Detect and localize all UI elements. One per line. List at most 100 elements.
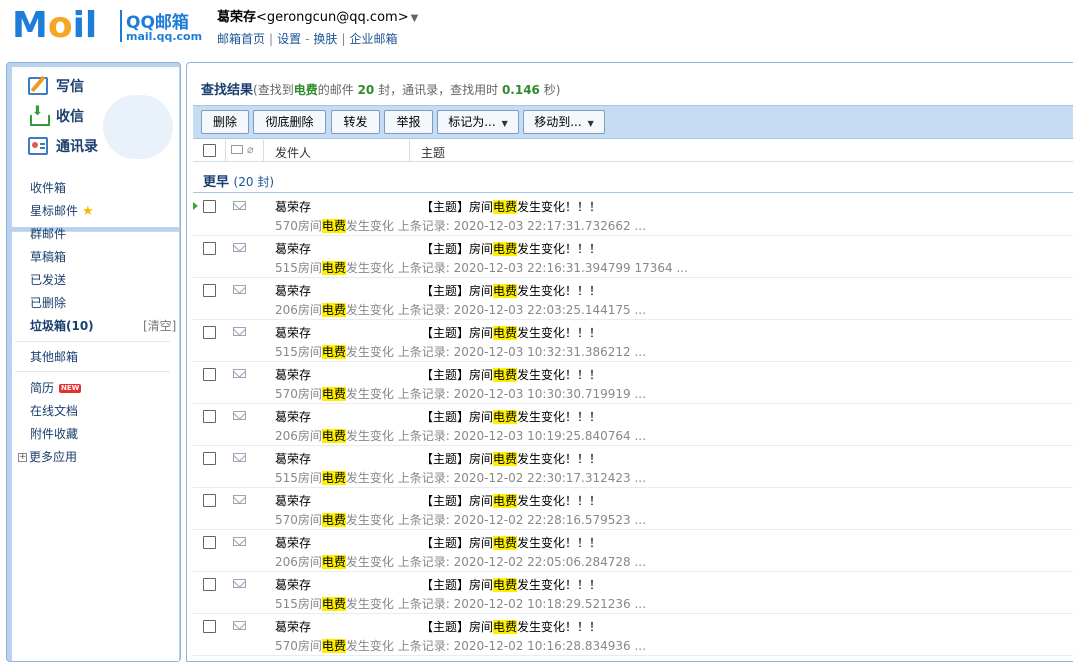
report-button[interactable]: 举报 [384, 110, 433, 134]
email-sender[interactable]: 葛荣存 [275, 282, 311, 299]
keyword-highlight: 电费 [321, 303, 346, 317]
keyword-highlight: 电费 [321, 261, 346, 275]
user-box: 葛荣存<gerongcun@qq.com> ▼ 邮箱首页 | 设置 - 换肤 | 企业邮箱 [217, 6, 418, 47]
folder-sent[interactable]: 已发送 [30, 271, 66, 288]
email-preview: 515房间电费发生变化 上条记录: 2020-12-02 22:30:17.31… [275, 471, 646, 485]
row-checkbox[interactable] [203, 536, 216, 549]
email-row[interactable]: 葛荣存 【主题】房间电费发生变化！！！ 570房间电费发生变化 上条记录: 2020… [193, 614, 1073, 656]
keyword-highlight: 电费 [493, 578, 518, 592]
top-header: Moil QQ邮箱 mail.qq.com 葛荣存<gerongcun@qq.c… [0, 0, 1073, 60]
permanent-delete-button[interactable]: 彻底删除 [253, 110, 326, 134]
email-subject[interactable]: 【主题】房间电费发生变化！！！ [421, 282, 601, 299]
select-all-checkbox[interactable] [203, 144, 216, 157]
email-subject[interactable]: 【主题】房间电费发生变化！！！ [421, 576, 601, 593]
email-row[interactable]: 葛荣存 【主题】房间电费发生变化！！！ 570房间电费发生变化 上条记录: 2020… [193, 194, 1073, 236]
chevron-down-icon: ▼ [501, 119, 508, 128]
email-sender[interactable]: 葛荣存 [275, 492, 311, 509]
search-keyword: 电费 [293, 83, 318, 97]
write-button[interactable]: 写信 [28, 75, 84, 97]
email-sender[interactable]: 葛荣存 [275, 408, 311, 425]
row-checkbox[interactable] [203, 284, 216, 297]
keyword-highlight: 电费 [321, 555, 346, 569]
email-subject[interactable]: 【主题】房间电费发生变化！！！ [421, 618, 601, 635]
contacts-button[interactable]: 通讯录 [28, 135, 98, 157]
email-sender[interactable]: 葛荣存 [275, 324, 311, 341]
download-inbox-icon [28, 104, 50, 126]
clear-spam-link[interactable]: [清空] [143, 317, 176, 334]
read-mail-icon [233, 369, 246, 378]
caret-down-icon[interactable]: ▼ [411, 13, 419, 24]
email-row[interactable]: 葛荣存 【主题】房间电费发生变化！！！ 570房间电费发生变化 上条记录: 2020… [193, 488, 1073, 530]
email-row[interactable]: 葛荣存 【主题】房间电费发生变化！！！ 515房间电费发生变化 上条记录: 2020… [193, 320, 1073, 362]
email-sender[interactable]: 葛荣存 [275, 534, 311, 551]
email-subject[interactable]: 【主题】房间电费发生变化！！！ [421, 366, 601, 383]
link-change-skin[interactable]: 换肤 [313, 32, 337, 46]
folder-deleted[interactable]: 已删除 [30, 294, 66, 311]
link-mail-home[interactable]: 邮箱首页 [217, 32, 265, 46]
app-resume[interactable]: 简历 NEW [30, 379, 82, 396]
email-preview: 515房间电费发生变化 上条记录: 2020-12-02 10:18:29.52… [275, 597, 646, 611]
email-row[interactable]: 葛荣存 【主题】房间电费发生变化！！！ 570房间电费发生变化 上条记录: 2020… [193, 362, 1073, 404]
column-subject[interactable]: 主题 [421, 144, 445, 161]
email-subject[interactable]: 【主题】房间电费发生变化！！！ [421, 240, 601, 257]
email-sender[interactable]: 葛荣存 [275, 198, 311, 215]
email-subject[interactable]: 【主题】房间电费发生变化！！！ [421, 324, 601, 341]
move-to-dropdown[interactable]: 移动到... ▼ [523, 110, 605, 134]
receive-button[interactable]: 收信 [28, 104, 84, 127]
row-checkbox[interactable] [203, 494, 216, 507]
folder-drafts[interactable]: 草稿箱 [30, 248, 66, 265]
qqmail-logo[interactable]: Moil QQ邮箱 mail.qq.com [12, 6, 202, 46]
folder-spam[interactable]: 垃圾箱(10) [30, 317, 94, 334]
row-checkbox[interactable] [203, 578, 216, 591]
folder-group[interactable]: 群邮件 [30, 225, 66, 242]
app-online-docs[interactable]: 在线文档 [30, 402, 78, 419]
more-apps-toggle[interactable]: + 更多应用 [18, 448, 77, 465]
row-checkbox[interactable] [203, 242, 216, 255]
email-sender[interactable]: 葛荣存 [275, 240, 311, 257]
row-checkbox[interactable] [203, 452, 216, 465]
row-checkbox[interactable] [203, 368, 216, 381]
keyword-highlight: 电费 [493, 620, 518, 634]
email-subject[interactable]: 【主题】房间电费发生变化！！！ [421, 198, 601, 215]
app-attachment-collection[interactable]: 附件收藏 [30, 425, 78, 442]
email-row[interactable]: 葛荣存 【主题】房间电费发生变化！！！ 206房间电费发生变化 上条记录: 2020… [193, 404, 1073, 446]
row-checkbox[interactable] [203, 200, 216, 213]
email-preview: 570房间电费发生变化 上条记录: 2020-12-03 10:30:30.71… [275, 387, 646, 401]
row-checkbox[interactable] [203, 326, 216, 339]
link-settings[interactable]: 设置 [277, 32, 301, 46]
keyword-highlight: 电费 [493, 284, 518, 298]
column-sender[interactable]: 发件人 [275, 144, 311, 161]
folder-other-mailboxes[interactable]: 其他邮箱 [30, 348, 78, 365]
folder-inbox[interactable]: 收件箱 [30, 179, 66, 196]
link-enterprise-mail[interactable]: 企业邮箱 [349, 32, 397, 46]
email-sender[interactable]: 葛荣存 [275, 366, 311, 383]
read-mail-icon [233, 411, 246, 420]
row-checkbox[interactable] [203, 410, 216, 423]
email-row[interactable]: 葛荣存 【主题】房间电费发生变化！！！ 206房间电费发生变化 上条记录: 2020… [193, 530, 1073, 572]
envelope-icon [231, 145, 243, 154]
user-name: 葛荣存 [217, 10, 257, 25]
email-preview: 206房间电费发生变化 上条记录: 2020-12-03 10:19:25.84… [275, 429, 646, 443]
email-sender[interactable]: 葛荣存 [275, 618, 311, 635]
email-row[interactable]: 葛荣存 【主题】房间电费发生变化！！！ 515房间电费发生变化 上条记录: 2020… [193, 572, 1073, 614]
email-subject[interactable]: 【主题】房间电费发生变化！！！ [421, 492, 601, 509]
email-subject[interactable]: 【主题】房间电费发生变化！！！ [421, 408, 601, 425]
forward-button[interactable]: 转发 [331, 110, 380, 134]
email-subject[interactable]: 【主题】房间电费发生变化！！！ [421, 450, 601, 467]
email-preview: 570房间电费发生变化 上条记录: 2020-12-02 22:28:16.57… [275, 513, 646, 527]
email-row[interactable]: 葛荣存 【主题】房间电费发生变化！！！ 206房间电费发生变化 上条记录: 2020… [193, 278, 1073, 320]
mark-as-dropdown[interactable]: 标记为... ▼ [437, 110, 519, 134]
email-subject[interactable]: 【主题】房间电费发生变化！！！ [421, 534, 601, 551]
group-count-link[interactable]: (20 封) [234, 175, 274, 189]
folder-starred[interactable]: 星标邮件 ★ [30, 202, 94, 219]
account-switcher[interactable]: 葛荣存<gerongcun@qq.com> ▼ [217, 6, 418, 25]
read-mail-icon [233, 453, 246, 462]
email-sender[interactable]: 葛荣存 [275, 450, 311, 467]
email-row[interactable]: 葛荣存 【主题】房间电费发生变化！！！ 515房间电费发生变化 上条记录: 2020… [193, 446, 1073, 488]
keyword-highlight: 电费 [321, 387, 346, 401]
delete-button[interactable]: 删除 [201, 110, 249, 134]
email-sender[interactable]: 葛荣存 [275, 576, 311, 593]
row-checkbox[interactable] [203, 620, 216, 633]
email-row[interactable]: 葛荣存 【主题】房间电费发生变化！！！ 515房间电费发生变化 上条记录: 2020… [193, 236, 1073, 278]
expand-plus-icon: + [18, 452, 27, 462]
